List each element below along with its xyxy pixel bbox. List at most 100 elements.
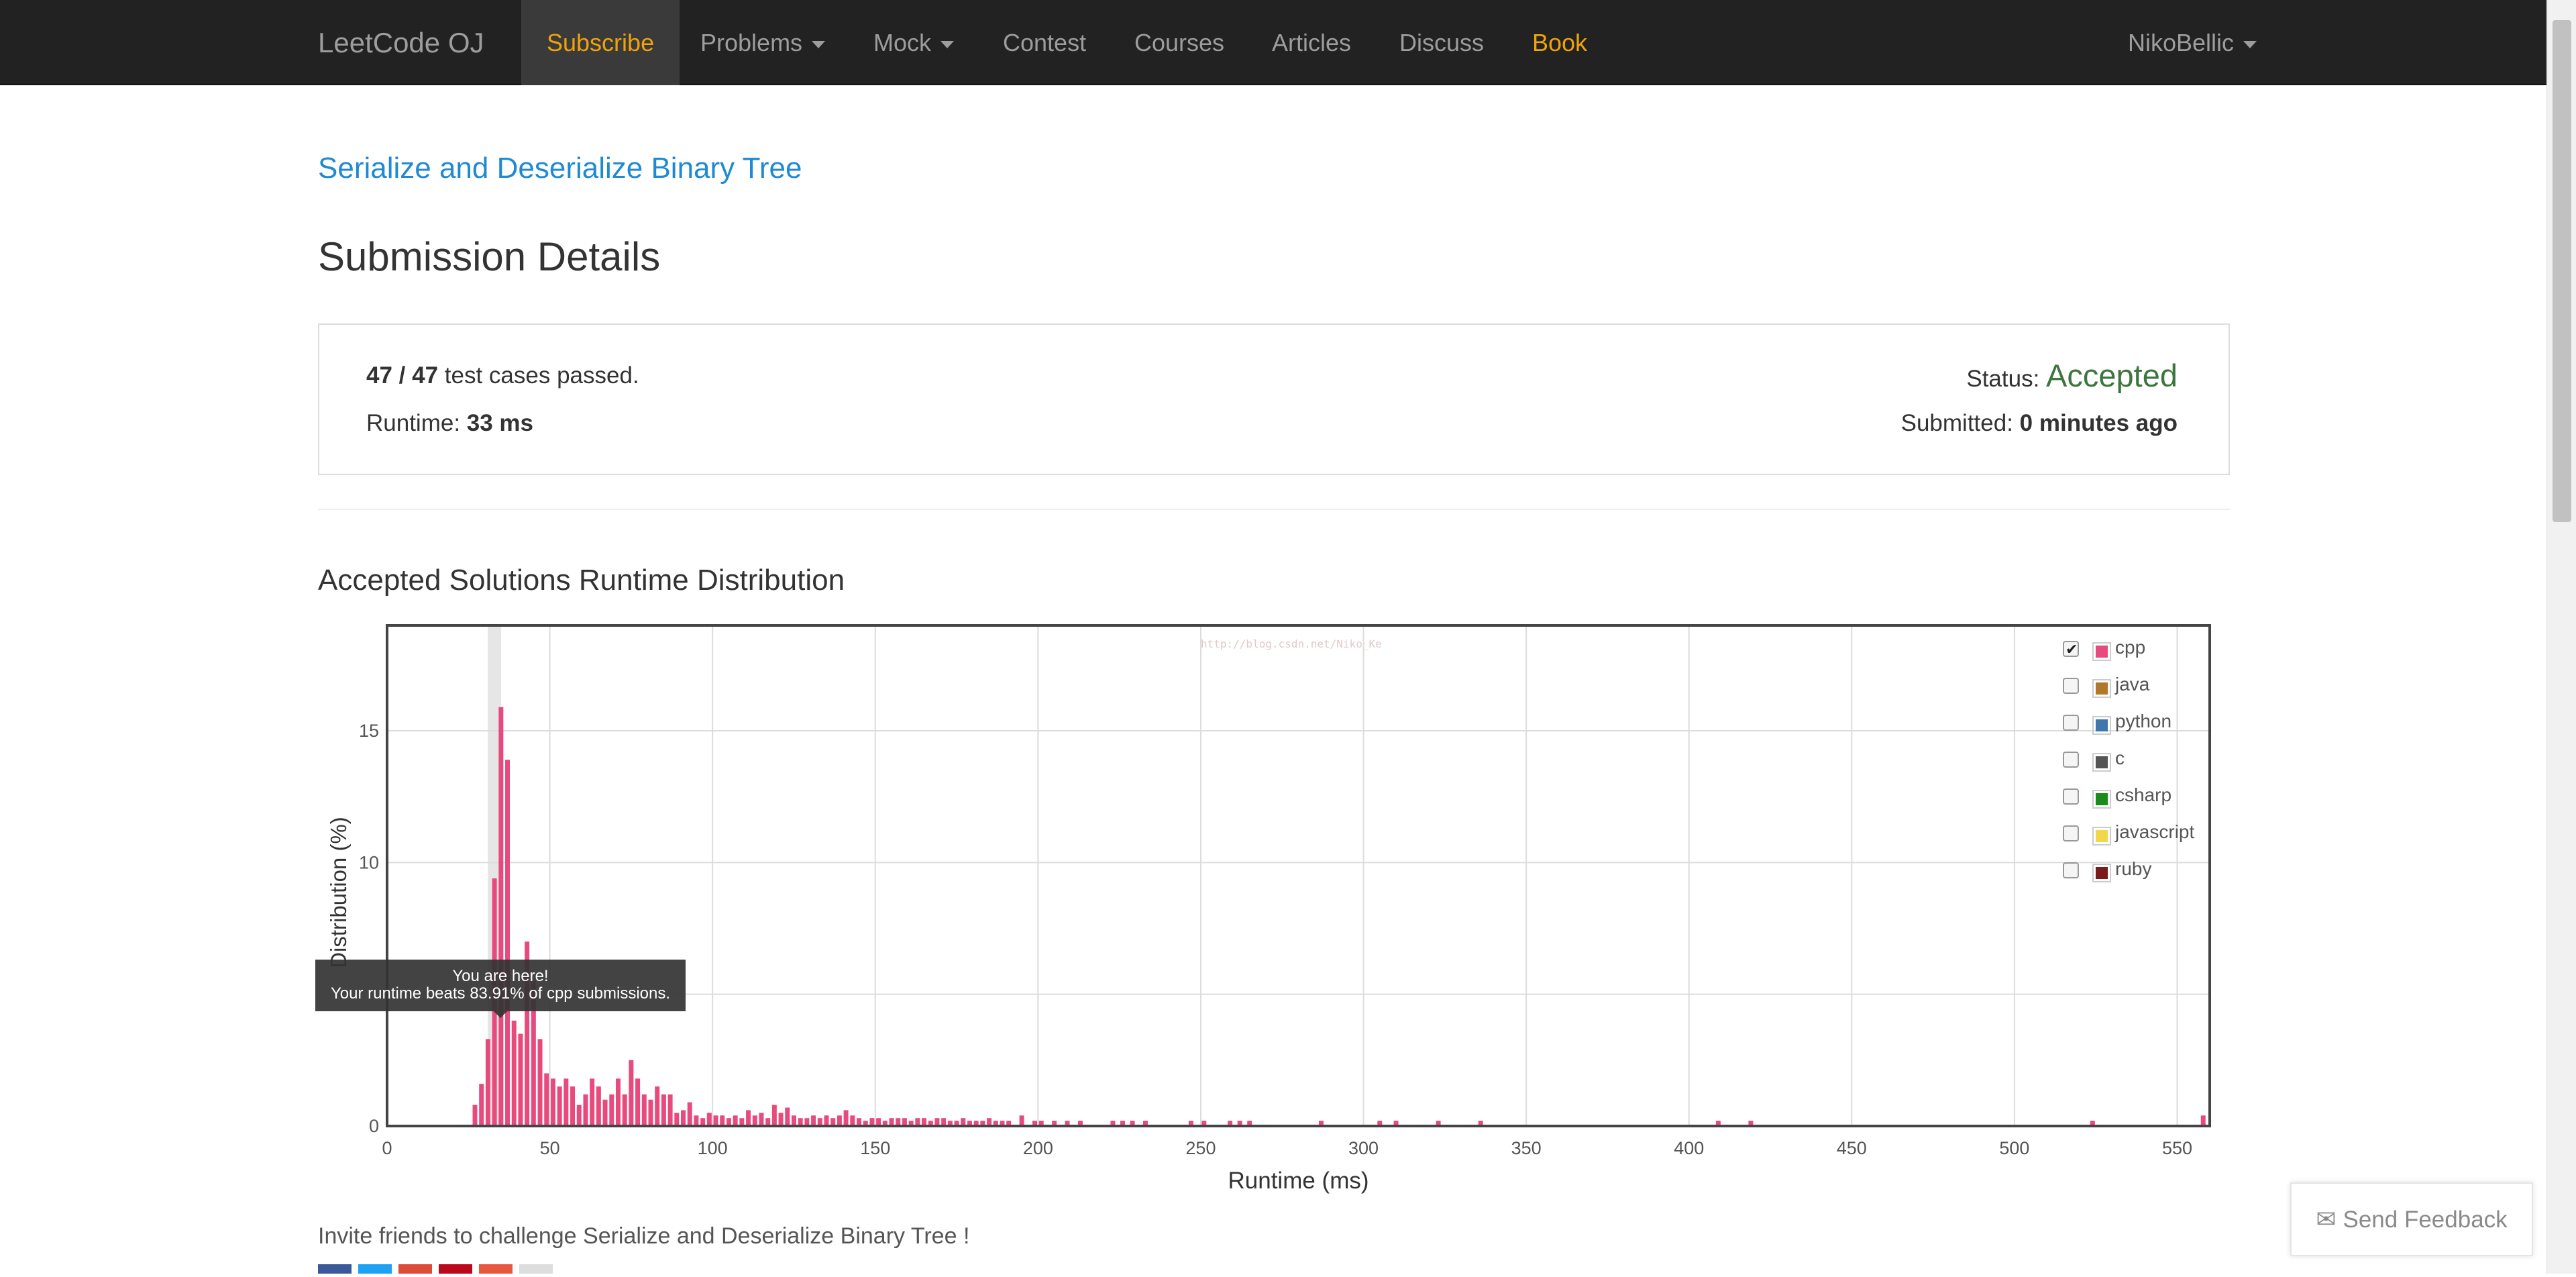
x-tick-label: 0 — [382, 1138, 392, 1158]
share-twitter-button[interactable] — [358, 1264, 392, 1274]
share-google-button[interactable] — [398, 1264, 432, 1274]
bar-cpp — [733, 1115, 738, 1126]
x-tick-label: 450 — [1837, 1138, 1867, 1158]
tooltip-line-2: Your runtime beats 83.91% of cpp submiss… — [330, 984, 671, 1003]
bar-cpp — [655, 1086, 660, 1126]
legend-label-python: python — [2115, 711, 2172, 731]
bar-cpp — [511, 1020, 517, 1126]
bar-cpp — [557, 1086, 562, 1126]
envelope-icon: ✉ — [2316, 1205, 2337, 1233]
legend-label-csharp: csharp — [2115, 784, 2172, 805]
send-feedback-label: Send Feedback — [2343, 1207, 2508, 1233]
legend-label-java: java — [2115, 674, 2150, 695]
y-tick-label: 10 — [359, 852, 379, 872]
bar-cpp — [570, 1086, 576, 1126]
x-tick-label: 350 — [1511, 1138, 1542, 1158]
legend-checkbox-ruby[interactable] — [2063, 862, 2079, 878]
x-tick-label: 250 — [1185, 1138, 1216, 1158]
legend-checkbox-cpp[interactable] — [2063, 636, 2079, 663]
invite-friends-text: Invite friends to challenge Serialize an… — [318, 1223, 970, 1249]
legend-label-cpp: cpp — [2115, 637, 2146, 658]
bar-cpp — [505, 760, 511, 1126]
legend-checkbox-javascript[interactable] — [2063, 825, 2079, 841]
bar-cpp — [550, 1078, 555, 1126]
legend-label-javascript: javascript — [2115, 821, 2195, 842]
bar-cpp — [843, 1110, 849, 1126]
bar-cpp — [609, 1094, 614, 1126]
legend-swatch-csharp — [2092, 790, 2111, 809]
legend-swatch-ruby — [2092, 864, 2111, 882]
legend-label-ruby: ruby — [2115, 858, 2152, 879]
legend-checkbox-python[interactable] — [2063, 715, 2079, 731]
tooltip-line-1: You are here! — [452, 967, 549, 985]
x-tick-label: 550 — [2162, 1138, 2192, 1158]
bar-cpp — [713, 1115, 718, 1126]
x-tick-label: 300 — [1348, 1138, 1379, 1158]
legend-checkbox-java[interactable] — [2063, 678, 2079, 694]
bar-cpp — [472, 1105, 478, 1126]
bar-cpp — [694, 1115, 699, 1126]
legend-color-c — [2096, 756, 2108, 768]
bar-cpp — [752, 1115, 757, 1126]
x-tick-label: 200 — [1023, 1138, 1053, 1158]
x-tick-label: 500 — [1999, 1138, 2029, 1158]
plot-frame — [386, 624, 2211, 1127]
bar-cpp — [479, 1084, 484, 1126]
bar-cpp — [498, 707, 504, 1126]
bar-cpp — [615, 1078, 621, 1126]
share-pinterest-button[interactable] — [439, 1264, 472, 1274]
bar-cpp — [537, 1039, 543, 1126]
legend-color-python — [2096, 719, 2108, 731]
legend-color-cpp — [2096, 646, 2108, 658]
bar-cpp — [596, 1086, 601, 1126]
y-axis-label: Distribution (%) — [326, 817, 351, 968]
legend-checkbox-c[interactable] — [2063, 752, 2079, 768]
bar-cpp — [1019, 1115, 1024, 1126]
bar-cpp — [687, 1102, 692, 1126]
watermark-text: http://blog.csdn.net/Niko_Ke — [1201, 637, 1382, 650]
bar-cpp — [635, 1078, 641, 1126]
legend-color-javascript — [2096, 830, 2108, 842]
share-more-button[interactable] — [519, 1264, 553, 1274]
bar-cpp — [576, 1105, 582, 1126]
bar-cpp — [2200, 1115, 2206, 1126]
bar-cpp — [648, 1099, 653, 1126]
bar-cpp — [583, 1094, 588, 1126]
share-weibo-button[interactable] — [479, 1264, 513, 1274]
bar-cpp — [629, 1060, 634, 1126]
legend-swatch-cpp — [2092, 642, 2111, 661]
bar-cpp — [759, 1113, 764, 1126]
legend-checkbox-csharp[interactable] — [2063, 788, 2079, 805]
share-facebook-button[interactable] — [318, 1264, 352, 1274]
bar-cpp — [590, 1078, 595, 1126]
x-axis-label: Runtime (ms) — [1228, 1168, 1368, 1194]
bar-cpp — [681, 1110, 686, 1126]
bar-cpp — [778, 1113, 784, 1126]
bar-cpp — [564, 1078, 569, 1126]
legend-swatch-python — [2092, 716, 2111, 735]
bar-cpp — [674, 1113, 680, 1126]
bar-cpp — [811, 1115, 816, 1126]
bar-cpp — [791, 1115, 796, 1126]
x-tick-label: 50 — [540, 1138, 560, 1158]
legend-color-java — [2096, 682, 2108, 695]
bar-cpp — [850, 1115, 855, 1126]
bar-cpp — [661, 1094, 666, 1126]
bar-cpp — [485, 1039, 490, 1126]
bar-cpp — [771, 1105, 777, 1126]
bar-cpp — [824, 1115, 829, 1126]
bar-cpp — [641, 1094, 647, 1126]
send-feedback-button[interactable]: ✉ Send Feedback — [2290, 1182, 2533, 1256]
x-tick-label: 150 — [860, 1138, 890, 1158]
bar-cpp — [622, 1094, 627, 1126]
tooltip-arrow — [494, 1011, 507, 1018]
legend-swatch-java — [2092, 679, 2111, 698]
legend-color-ruby — [2096, 867, 2108, 879]
bar-cpp — [785, 1107, 790, 1126]
legend-label-c: c — [2115, 748, 2125, 768]
x-tick-label: 400 — [1674, 1138, 1704, 1158]
bar-cpp — [518, 1033, 523, 1126]
legend-swatch-javascript — [2092, 827, 2111, 846]
bar-cpp — [720, 1115, 725, 1126]
x-tick-label: 100 — [698, 1138, 728, 1158]
